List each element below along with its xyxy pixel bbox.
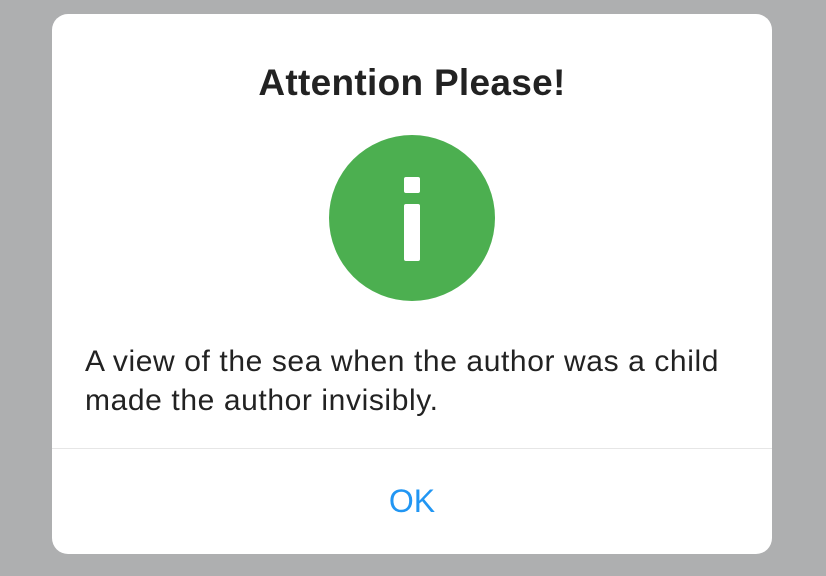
info-icon [329,135,495,301]
dialog-title: Attention Please! [258,62,566,103]
alert-dialog: Attention Please! A view of the sea when… [52,14,772,554]
dialog-message: A view of the sea when the author was a … [85,345,720,417]
ok-button[interactable]: OK [52,449,772,554]
